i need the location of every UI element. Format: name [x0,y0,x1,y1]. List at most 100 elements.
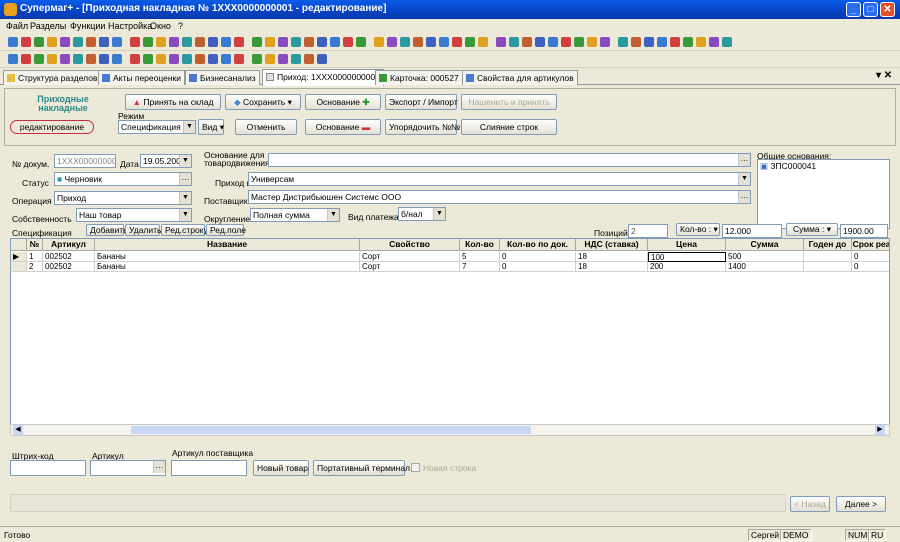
ownership-select[interactable]: Наш товар ▼ [76,208,192,222]
table-icon[interactable] [34,37,44,47]
report-icon[interactable] [426,37,436,47]
refresh-icon[interactable] [234,54,244,64]
print-icon[interactable] [278,37,288,47]
home-icon[interactable] [439,37,449,47]
status-field[interactable]: ■ Черновик… [54,172,192,186]
tab-card[interactable]: Карточка: 000527 [375,70,463,85]
report-icon[interactable] [208,37,218,47]
tab-properties[interactable]: Свойства для артикулов [462,70,578,85]
menu-sections[interactable]: Разделы [30,21,66,31]
home-icon[interactable] [221,37,231,47]
find-icon[interactable] [73,37,83,47]
accept-to-warehouse-button[interactable]: ▲ Принять на склад [125,94,221,110]
ellipsis-icon[interactable]: … [153,461,165,473]
print-icon[interactable] [278,54,288,64]
column-header[interactable]: Годен до [804,239,852,251]
table-icon[interactable] [465,37,475,47]
table-icon[interactable] [683,37,693,47]
ellipsis-icon[interactable]: … [738,191,750,203]
refresh-icon[interactable] [21,54,31,64]
filter-icon[interactable] [195,54,205,64]
view-button[interactable]: Вид ▾ [198,119,224,135]
save-icon[interactable] [478,37,488,47]
find-icon[interactable] [73,54,83,64]
edit-row-button[interactable]: Ред.строку [161,224,208,236]
find-icon[interactable] [618,37,628,47]
filter-icon[interactable] [195,37,205,47]
column-header[interactable]: Название [95,239,360,251]
add-row-button[interactable]: Добавить [86,224,128,236]
refresh-icon[interactable] [452,37,462,47]
table-cell[interactable]: Бананы [95,262,360,272]
save-icon[interactable] [587,37,597,47]
portable-terminal-button[interactable]: Портативный терминал [313,460,410,476]
menu-window[interactable]: Окно [150,21,171,31]
table-cell[interactable]: 7 [460,262,500,272]
table-cell[interactable]: 0 [500,262,576,272]
supplier-field[interactable]: Мастер Дистрибьюшен Системс ООО… [248,190,751,204]
table-cell[interactable]: 0 [852,262,889,272]
table-cell[interactable]: 5 [460,252,500,262]
tab-structure[interactable]: Структура разделов [3,70,102,85]
refresh-icon[interactable] [130,54,140,64]
ellipsis-icon[interactable]: … [179,173,191,185]
refresh-icon[interactable] [130,37,140,47]
table-cell[interactable]: Сорт [360,252,460,262]
save-button[interactable]: ◆ Сохранить ▾ [225,94,301,110]
table-cell[interactable]: 002502 [43,252,95,262]
home-icon[interactable] [657,37,667,47]
save-icon[interactable] [47,37,57,47]
filter-icon[interactable] [86,37,96,47]
table-icon[interactable] [34,54,44,64]
column-header[interactable]: Срок реа [852,239,889,251]
find-icon[interactable] [400,37,410,47]
horizontal-scrollbar[interactable]: ◀ ▶ [10,424,890,436]
table-cell[interactable]: 002502 [43,262,95,272]
refresh-icon[interactable] [343,37,353,47]
column-header[interactable]: № [27,239,43,251]
spec-table[interactable]: № Артикул Название Свойство Кол-во Кол-во по … [10,238,890,434]
table-cell[interactable]: Сорт [360,262,460,272]
table-cell[interactable] [804,252,852,262]
table-cell[interactable]: 200 [648,262,726,272]
home-icon[interactable] [112,37,122,47]
new-row-checkbox[interactable] [411,463,420,472]
table-cell[interactable]: 18 [576,262,648,272]
receipt-to-field[interactable]: Универсам ▼ [248,172,751,186]
report-icon[interactable] [208,54,218,64]
save-icon[interactable] [696,37,706,47]
save-icon[interactable] [265,54,275,64]
qty-button[interactable]: Кол-во : ▾ [676,223,720,236]
scroll-left-icon[interactable]: ◀ [13,425,23,435]
table-cell[interactable]: Бананы [95,252,360,262]
table-cell[interactable]: 100 [648,252,726,262]
next-button[interactable]: Далее > [836,496,886,512]
tab-analysis[interactable]: Бизнесанализ [185,70,260,85]
print-icon[interactable] [600,37,610,47]
table-cell[interactable]: 500 [726,252,804,262]
print-icon[interactable] [60,54,70,64]
column-header[interactable]: Артикул [43,239,95,251]
basis-field[interactable]: … [268,153,751,167]
table-icon[interactable] [143,37,153,47]
print-icon[interactable] [496,37,506,47]
scroll-right-icon[interactable]: ▶ [875,425,885,435]
rounding-select[interactable]: Полная сумма ▼ [250,208,340,222]
column-header[interactable]: Цена [648,239,726,251]
find-and-accept-button[interactable]: Нашенить и принять [461,94,557,110]
report-icon[interactable] [317,54,327,64]
table-cell[interactable]: 1400 [726,262,804,272]
home-icon[interactable] [330,37,340,47]
menu-settings[interactable]: Настройка [108,21,152,31]
column-header[interactable]: Кол-во по док. [500,239,576,251]
date-field[interactable]: 19.05.2009 ▼ [140,154,192,168]
menu-help[interactable]: ? [178,21,183,31]
table-cell[interactable]: 0 [500,252,576,262]
sum-button[interactable]: Сумма : ▾ [786,223,838,236]
print-icon[interactable] [709,37,719,47]
delete-row-button[interactable]: Удалить [125,224,161,236]
table-cell[interactable]: 2 [27,262,43,272]
doc-no-field[interactable]: 1XXX00000000 [54,154,116,168]
table-icon[interactable] [252,54,262,64]
minimize-button[interactable]: _ [846,2,861,17]
